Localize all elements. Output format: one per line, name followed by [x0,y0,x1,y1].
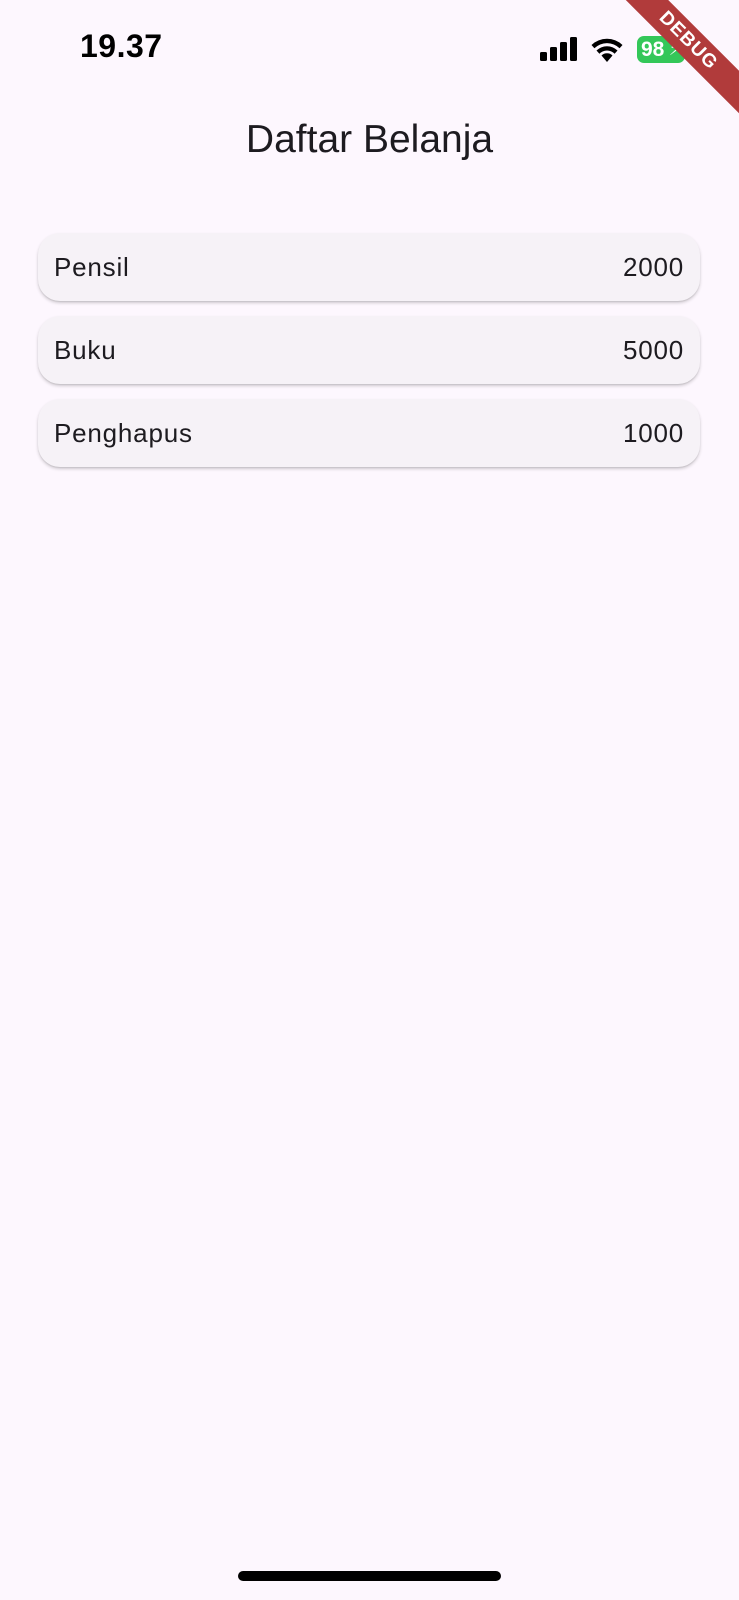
home-indicator[interactable] [238,1571,501,1581]
debug-banner: DEBUG [619,0,739,120]
item-price: 5000 [622,334,684,365]
shopping-list: Pensil 2000 Buku 5000 Penghapus 1000 [38,233,700,482]
list-item[interactable]: Buku 5000 [38,316,700,384]
item-name: Buku [54,334,117,365]
item-price: 2000 [622,251,684,282]
item-name: Pensil [54,251,130,282]
list-item[interactable]: Pensil 2000 [38,233,700,301]
status-time: 19.37 [80,28,163,64]
page-title: Daftar Belanja [245,118,494,161]
list-item[interactable]: Penghapus 1000 [38,399,700,467]
item-price: 1000 [622,417,684,448]
cellular-signal-icon [540,37,577,61]
item-name: Penghapus [54,417,193,448]
debug-banner-label: DEBUG [619,0,739,119]
